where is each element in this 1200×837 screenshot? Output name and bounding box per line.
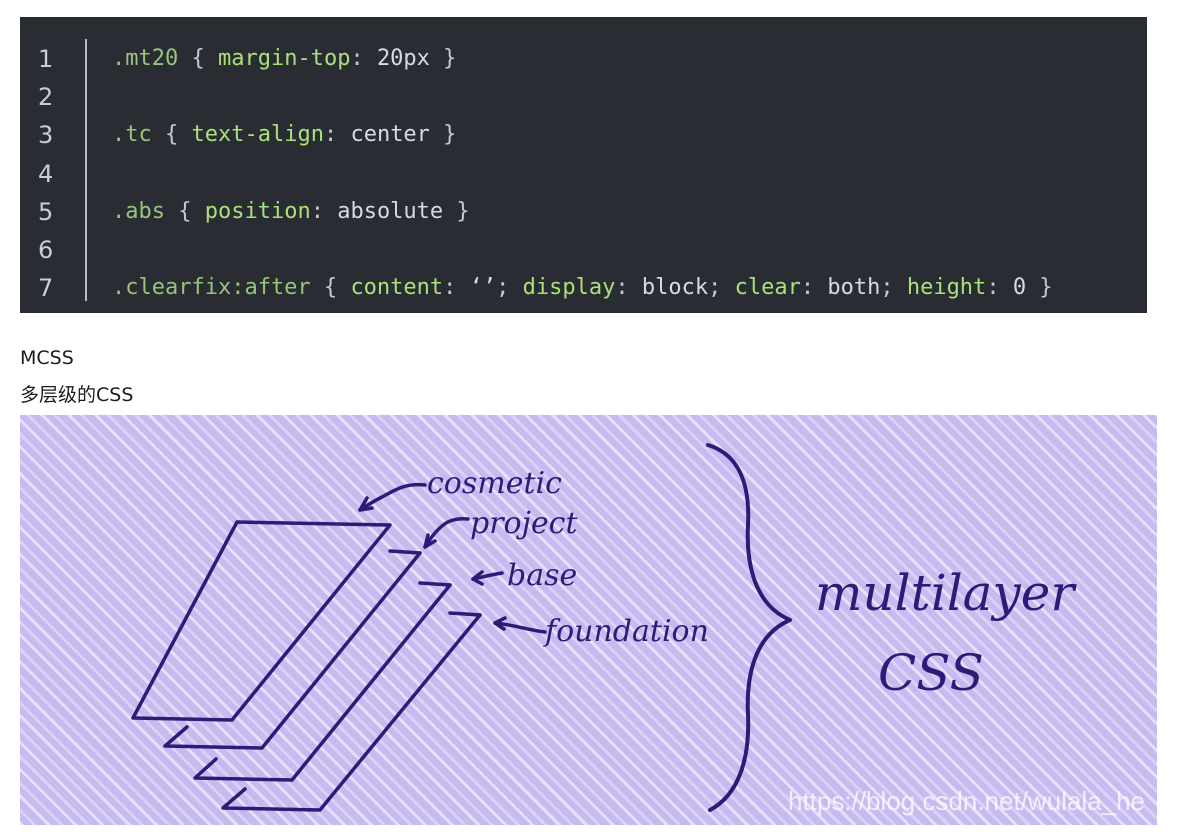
code-token: .clearfix:after [112,275,311,301]
code-token: block [641,275,709,301]
code-token: { [164,198,205,224]
code-token: ; [496,275,523,301]
code-token: .mt20 [112,46,179,71]
multilayer-css-illustration: cosmetic project base foundation multila… [20,415,1157,825]
line-number: 1 [38,45,54,73]
line-number: 6 [38,236,54,264]
code-token: : [323,122,351,148]
heading-mcss: MCSS [20,347,74,369]
code-token: center [350,122,430,148]
code-token: : [443,275,470,301]
code-block: 1234567 .mt20 { margin-top: 20px } .tc { … [20,17,1147,313]
code-line: .abs { position: absolute } [112,197,470,227]
code-token: both [827,275,881,301]
code-token: clear [734,275,801,301]
label-base: base [507,558,577,593]
code-token: ‘’ [469,275,497,301]
subheading-multilayer-css: 多层级的CSS [20,384,134,406]
code-token: 20px [376,46,430,71]
code-token: : [310,198,338,224]
label-project: project [470,506,578,541]
code-token: position [204,198,311,224]
code-token: } [443,198,470,224]
line-number: 5 [38,197,54,226]
line-number: 2 [38,83,54,112]
code-line: .tc { text-align: center } [112,120,456,150]
line-number: 3 [38,121,54,150]
code-token: ; [708,275,735,301]
cosmetic-arrow [358,482,427,512]
code-token: text-align [191,122,324,148]
code-token: { [151,122,192,148]
code-token: 0 [1012,275,1027,301]
code-token: } [429,46,457,71]
code-token: { [178,46,218,71]
gutter-divider [85,39,87,301]
line-number: 7 [38,274,54,303]
code-token: .abs [112,198,165,224]
code-line: .mt20 { margin-top: 20px } [112,44,456,74]
code-token: { [310,275,351,301]
cosmetic-layer-shape [131,520,392,722]
code-token: .tc [112,122,152,148]
curly-brace-icon [706,443,792,812]
line-number-gutter: 1 2 3 4 5 6 7 [20,17,88,313]
code-token: } [1026,275,1053,301]
title-css: CSS [878,644,984,702]
code-token: : [800,275,828,301]
code-token: content [350,275,444,301]
code-token: : [615,275,642,301]
code-token: : [350,46,377,71]
line-number: 4 [38,159,54,188]
code-token: height [906,275,987,301]
code-token: ; [880,275,907,301]
code-token: absolute [337,198,444,224]
label-cosmetic: cosmetic [427,466,562,501]
layers-drawing: cosmetic project base foundation multila… [131,443,1077,812]
code-token: } [429,122,457,148]
label-foundation: foundation [543,614,709,649]
base-layer-shape [193,583,452,782]
code-token: display [522,275,616,301]
code-line: .clearfix:after { content: ‘’; display: … [112,273,1053,303]
code-token: margin-top [217,46,351,71]
title-multilayer: multilayer [815,564,1077,622]
watermark: https://blog.csdn.net/wulala_he [788,786,1146,816]
code-token: : [986,275,1013,301]
